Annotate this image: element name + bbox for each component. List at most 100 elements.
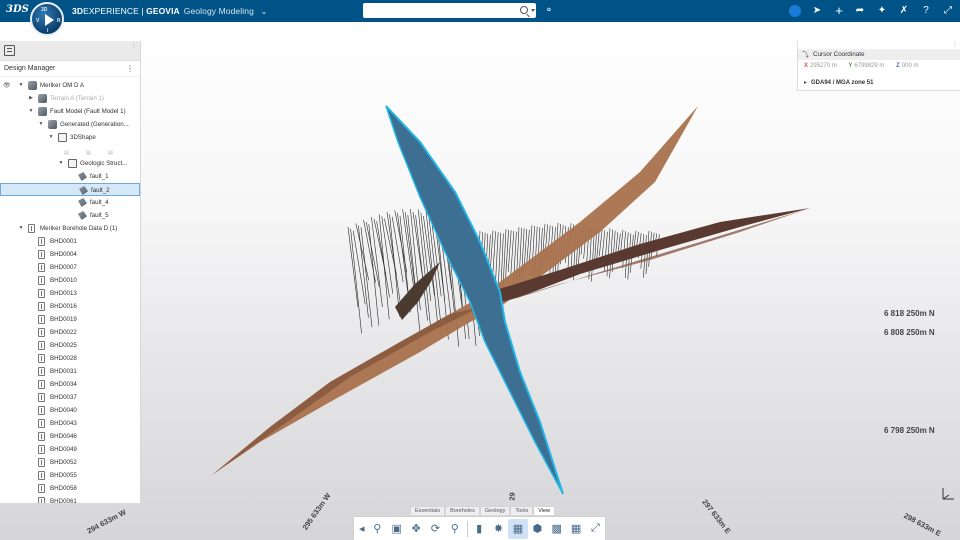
borehole-tree-item[interactable]: BHD0028 <box>0 352 140 365</box>
network-icon[interactable]: ✦ <box>875 4 889 18</box>
capture-icon[interactable]: ▩ <box>547 519 566 539</box>
panel-grip-icon[interactable]: ⋮ <box>131 42 137 49</box>
tree-item-label: BHD0010 <box>50 277 77 284</box>
fault-surface-small[interactable] <box>395 262 440 320</box>
tree-item[interactable]: ▼ Meriker Borehole Data D (1) <box>0 222 140 235</box>
app-name[interactable]: Geology Modeling <box>184 6 254 16</box>
chevron-down-icon[interactable]: ▼ <box>28 105 34 118</box>
borehole-tree-item[interactable]: BHD0025 <box>0 339 140 352</box>
tab-geology[interactable]: Geology <box>479 506 511 515</box>
chevron-down-icon[interactable]: ⌄ <box>258 6 268 16</box>
tab-view[interactable]: View <box>533 506 556 515</box>
tag-icon[interactable]: ⚬ <box>542 4 556 18</box>
pan-icon[interactable]: ✥ <box>406 519 425 539</box>
borehole-tree-item[interactable]: BHD0034 <box>0 378 140 391</box>
search-input[interactable] <box>363 3 536 18</box>
tree-item[interactable]: ▼ Geologic Struct... <box>0 157 140 170</box>
3d-viewport[interactable]: 6 818 250m N 6 808 250m N 6 798 250m N 2… <box>0 22 960 540</box>
borehole-tree-item[interactable]: BHD0055 <box>0 469 140 482</box>
borehole-tree-item[interactable]: BHD0001 <box>0 235 140 248</box>
borehole-tree-item[interactable]: BHD0037 <box>0 391 140 404</box>
tree-item[interactable]: ▶ Terrain A (Terrain 1) <box>0 92 140 105</box>
tree-item[interactable]: fault_1 <box>0 170 140 183</box>
borehole-icon <box>38 263 45 272</box>
crs-label[interactable]: GDA94 / MGA zone 51 <box>804 79 873 86</box>
borehole-tree-item[interactable]: BHD0043 <box>0 417 140 430</box>
plus-icon[interactable]: + <box>832 4 846 18</box>
collapse-icon[interactable]: ⤢ <box>941 4 955 18</box>
render-style-icon[interactable]: ✸ <box>489 519 508 539</box>
borehole-tree-item[interactable]: BHD0052 <box>0 456 140 469</box>
visibility-eye-icon[interactable]: 👁 <box>3 82 11 89</box>
borehole-tree-item[interactable]: BHD0049 <box>0 443 140 456</box>
borehole-icon <box>38 380 45 389</box>
borehole-tree-item[interactable]: BHD0031 <box>0 365 140 378</box>
borehole-trace <box>611 230 616 272</box>
brand-prefix: 3D <box>72 6 84 16</box>
tree-item[interactable]: ▼ Fault Model (Fault Model 1) <box>0 105 140 118</box>
borehole-tree-item[interactable]: BHD0007 <box>0 261 140 274</box>
coord-panel-title: Cursor Coordinate <box>813 51 865 58</box>
axis-icon[interactable]: ⤢ <box>586 519 605 539</box>
tree-item[interactable]: fault_4 <box>0 196 140 209</box>
tab-boreholes[interactable]: Boreholes <box>445 506 480 515</box>
grid-icon[interactable]: ▦ <box>566 519 585 539</box>
zoom-fit-icon[interactable]: ⚲ <box>368 519 387 539</box>
panel-menu-icon[interactable]: ⋮ <box>126 64 134 73</box>
user-avatar[interactable] <box>789 5 801 17</box>
tree-item[interactable]: ▼ 3DShape <box>0 131 140 144</box>
chevron-down-icon[interactable]: ▼ <box>38 118 44 131</box>
box-icon[interactable]: ⬢ <box>528 519 547 539</box>
tree-item[interactable]: ▼ Meriker OM D A <box>0 79 140 92</box>
tab-essentials[interactable]: Essentials <box>410 506 446 515</box>
cube-icon[interactable]: ▣ <box>387 519 406 539</box>
borehole-tree-item[interactable]: BHD0013 <box>0 287 140 300</box>
tools-icon[interactable]: ✗ <box>897 4 911 18</box>
borehole-tree-item[interactable]: BHD0004 <box>0 248 140 261</box>
search-icon[interactable] <box>520 6 528 14</box>
borehole-tree-item[interactable]: BHD0022 <box>0 326 140 339</box>
tree-item[interactable]: fault_5 <box>0 209 140 222</box>
tree-item[interactable]: fault_2 <box>0 183 140 196</box>
sectioning-icon[interactable]: ▮ <box>469 519 488 539</box>
borehole-tree-item[interactable]: BHD0010 <box>0 274 140 287</box>
rotate-icon[interactable]: ⟳ <box>426 519 445 539</box>
borehole-icon <box>38 237 45 246</box>
tree-item[interactable]: ▤ ▤ ▤ <box>0 144 140 157</box>
chevron-down-icon[interactable]: ▼ <box>18 79 24 92</box>
tree-item-label: Meriker OM D A <box>40 82 85 89</box>
tree-item-label: fault_4 <box>90 199 109 206</box>
borehole-tree-item[interactable]: BHD0040 <box>0 404 140 417</box>
borehole-icon <box>38 458 45 467</box>
chevron-down-icon[interactable]: ▼ <box>58 157 64 170</box>
borehole-tree-item[interactable]: BHD0061 <box>0 495 140 503</box>
chevron-down-icon[interactable]: ▼ <box>48 131 54 144</box>
coord-panel-grip-icon[interactable]: ⋮ <box>952 41 958 48</box>
chevron-down-icon[interactable]: ▼ <box>18 222 24 235</box>
help-icon[interactable]: ? <box>919 4 933 18</box>
tab-tools[interactable]: Tools <box>510 506 534 515</box>
borehole-icon <box>38 445 45 454</box>
tree-item[interactable]: ▼ Generated (Generation... <box>0 118 140 131</box>
fault-surface-icon <box>79 186 88 195</box>
search-dropdown-icon[interactable] <box>531 9 535 12</box>
y-axis-label: Y <box>848 63 853 69</box>
zoom-icon[interactable]: ⚲ <box>445 519 464 539</box>
chevron-right-icon[interactable]: ▶ <box>28 92 34 105</box>
borehole-tree-item[interactable]: BHD0016 <box>0 300 140 313</box>
fault-model-scene[interactable] <box>0 22 960 540</box>
borehole-tree-item[interactable]: BHD0019 <box>0 313 140 326</box>
forward-icon[interactable]: ➦ <box>853 4 867 18</box>
borehole-tree-item[interactable]: BHD0058 <box>0 482 140 495</box>
compass-icon[interactable]: 3D V R i <box>30 2 64 36</box>
borehole-trace <box>402 209 414 287</box>
share-icon[interactable]: ➤ <box>810 4 824 18</box>
collapse-toolbar-icon[interactable]: ◀ <box>356 519 368 539</box>
tree-view-icon[interactable] <box>4 45 15 56</box>
tree-item-label: BHD0040 <box>50 407 77 414</box>
view-mode-icon[interactable]: ▦ <box>508 518 528 539</box>
tree-item-label: BHD0046 <box>50 433 77 440</box>
borehole-tree-item[interactable]: BHD0046 <box>0 430 140 443</box>
platform-brand[interactable]: 3DEXPERIENCE | GEOVIA Geology Modeling ⌄ <box>72 6 268 17</box>
axis-triad-icon <box>942 488 954 500</box>
